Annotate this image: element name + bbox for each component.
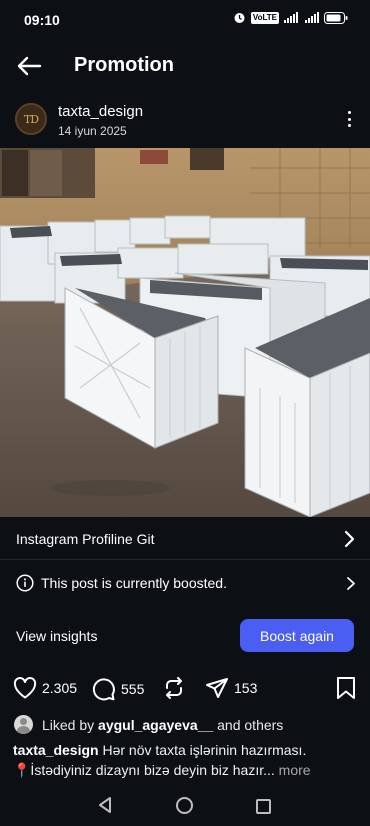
nav-home-icon[interactable]	[176, 797, 193, 814]
liked-by-user[interactable]: aygul_agayeva__	[98, 717, 213, 733]
avatar-logo: TD	[23, 112, 39, 126]
post-date: 14 iyun 2025	[58, 124, 127, 138]
nav-back-icon[interactable]	[97, 796, 113, 814]
share-count: 153	[234, 680, 258, 696]
caption-more-link[interactable]: more	[279, 762, 311, 778]
volte-icon: VoLTE	[250, 11, 279, 24]
signal-icon	[284, 12, 298, 23]
profile-link-row[interactable]: Instagram Profiline Git	[0, 518, 370, 560]
liked-by-suffix: and others	[217, 717, 284, 733]
comment-action[interactable]: 555	[92, 677, 144, 701]
boost-again-button[interactable]: Boost again	[240, 619, 354, 652]
liked-by-row[interactable]: Liked by aygul_agayeva__ and others	[0, 712, 370, 738]
liker-avatar	[14, 715, 33, 734]
repost-action[interactable]	[163, 677, 185, 699]
status-time: 09:10	[24, 12, 60, 28]
boost-status-row[interactable]: This post is currently boosted.	[0, 562, 370, 604]
caption-text-1: Hər növ taxta işlərinin hazırması.	[102, 742, 307, 758]
view-insights-link[interactable]: View insights	[16, 628, 97, 644]
info-icon	[16, 574, 34, 592]
chevron-right-icon	[347, 577, 355, 590]
page-title: Promotion	[74, 54, 174, 76]
bookmark-icon[interactable]	[336, 677, 356, 699]
post-image[interactable]	[0, 148, 370, 517]
insights-row: View insights Boost again	[0, 612, 370, 660]
avatar[interactable]: TD	[15, 103, 47, 135]
profile-link-label: Instagram Profiline Git	[16, 531, 155, 547]
signal-4g-icon	[305, 12, 319, 23]
caption-text-2: 📍İstədiyiniz dizaynı bizə deyin biz hazı…	[13, 762, 275, 778]
more-options-icon[interactable]	[342, 108, 356, 130]
chevron-right-icon	[344, 530, 355, 548]
liked-by-text: Liked by aygul_agayeva__ and others	[42, 717, 283, 733]
post-username[interactable]: taxta_design	[58, 103, 143, 120]
liked-by-prefix: Liked by	[42, 717, 95, 733]
caption-line-2: 📍İstədiyiniz dizaynı bizə deyin biz hazı…	[13, 760, 362, 780]
like-action[interactable]: 2.305	[13, 677, 77, 699]
like-count: 2.305	[42, 680, 78, 696]
status-bar: 09:10 VoLTE	[0, 0, 370, 40]
battery-icon	[324, 11, 348, 24]
system-nav-bar	[0, 786, 370, 826]
heart-icon	[13, 677, 37, 699]
comment-count: 555	[121, 681, 145, 697]
share-action[interactable]: 153	[205, 677, 257, 699]
post-actions: 2.305 555 153	[0, 673, 370, 705]
repost-icon	[166, 677, 182, 699]
send-icon	[206, 678, 228, 698]
boost-status-label: This post is currently boosted.	[41, 575, 227, 591]
arrow-left-icon[interactable]	[14, 52, 44, 80]
app-header: Promotion	[0, 44, 370, 88]
alarm-icon	[234, 13, 245, 23]
comment-icon	[92, 678, 115, 701]
status-icons: VoLTE	[233, 11, 348, 24]
post-header: TD taxta_design 14 iyun 2025	[0, 96, 370, 146]
post-caption: taxta_design Hər növ taxta işlərinin haz…	[0, 740, 370, 784]
caption-username[interactable]: taxta_design	[13, 742, 99, 758]
caption-line-1: taxta_design Hər növ taxta işlərinin haz…	[13, 740, 362, 760]
nav-recents-icon[interactable]	[256, 799, 271, 814]
